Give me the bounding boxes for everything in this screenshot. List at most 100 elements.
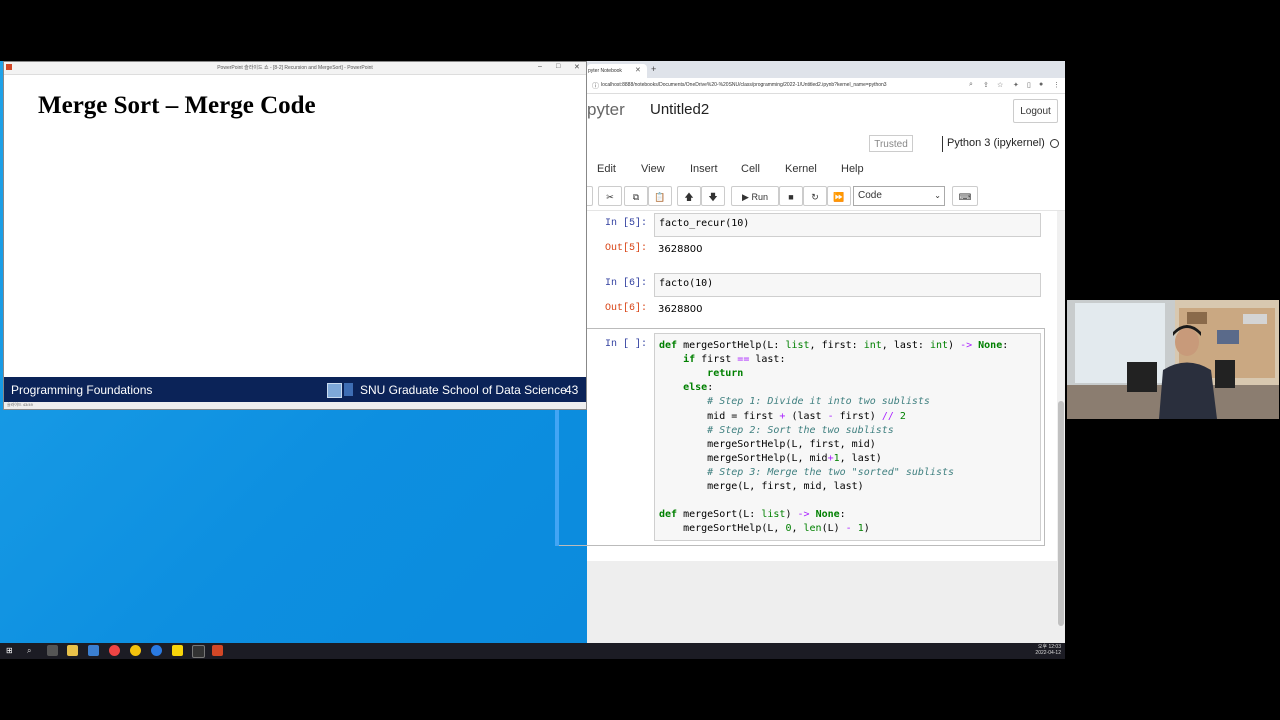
maximize-icon[interactable]: □: [556, 63, 560, 70]
logout-button[interactable]: Logout: [1013, 99, 1058, 123]
sidebar-icon[interactable]: ▯: [1027, 81, 1031, 89]
code-line: mergeSortHelp(L, mid+1, last): [659, 452, 882, 464]
share-icon[interactable]: ⇪: [983, 81, 989, 89]
kernel-divider: [942, 136, 943, 152]
menu-icon[interactable]: ⋮: [1053, 81, 1060, 89]
terminal-icon[interactable]: [192, 645, 205, 658]
powerpoint-icon[interactable]: [212, 645, 223, 656]
code-line: mid = first + (last - first) // 2: [659, 410, 906, 422]
app-icon[interactable]: [88, 645, 99, 656]
restart-icon[interactable]: ↻: [803, 186, 827, 206]
search-icon[interactable]: ⌕: [27, 645, 38, 656]
menu-edit[interactable]: Edit: [597, 163, 616, 175]
minimize-icon[interactable]: –: [538, 63, 542, 70]
footer-course-name: Programming Foundations: [11, 383, 153, 397]
trusted-indicator[interactable]: Trusted: [869, 135, 913, 152]
notebook-name[interactable]: Untitled2: [650, 101, 709, 118]
chrome-icon[interactable]: [130, 645, 141, 656]
input-prompt: In [ ]:: [604, 339, 647, 350]
input-prompt: In [5]:: [604, 218, 647, 229]
powerpoint-status-bar: 슬라이드 43/49: [4, 402, 586, 409]
task-view-icon[interactable]: [47, 645, 58, 656]
browser-window: pyter Notebook ✕ + ⓘ localhost:8888/note…: [555, 61, 1065, 643]
app-icon-blue[interactable]: [151, 645, 162, 656]
slide-title: Merge Sort – Merge Code: [38, 92, 316, 119]
play-icon: ▶: [742, 192, 749, 202]
run-button[interactable]: ▶ Run: [731, 186, 779, 206]
kernel-name[interactable]: Python 3 (ipykernel): [947, 137, 1045, 149]
file-explorer-icon[interactable]: [67, 645, 78, 656]
code-line: else:: [683, 382, 714, 394]
paste-icon[interactable]: 📋: [648, 186, 672, 206]
slide-page-number: 43: [565, 383, 579, 397]
move-up-icon[interactable]: 🡅: [677, 186, 701, 206]
slide-footer: Programming Foundations SNU Graduate Sch…: [4, 377, 586, 402]
notebook-toolbar: ✂ ⧉ 📋 🡅 🡇 ▶ Run ■ ↻ ⏩ Code ⌄ ⌨: [585, 182, 1065, 211]
kernel-status-icon: [1050, 139, 1059, 148]
cell-type-select[interactable]: Code ⌄: [853, 186, 945, 206]
chevron-down-icon: ⌄: [934, 191, 941, 200]
copy-icon[interactable]: ⧉: [624, 186, 648, 206]
code-line: # Step 3: Merge the two "sorted" sublist…: [707, 466, 955, 478]
new-tab-icon[interactable]: +: [651, 64, 656, 74]
run-label: Run: [751, 192, 768, 202]
address-bar[interactable]: ⓘ localhost:8888/notebooks/Documents/One…: [587, 78, 1065, 94]
menu-cell[interactable]: Cell: [741, 163, 760, 175]
cell-type-value: Code: [858, 190, 882, 201]
webcam-video: [1067, 300, 1279, 419]
powerpoint-window: PowerPoint 슬라이드 쇼 - [8-2] Recursion and …: [3, 61, 587, 410]
code-line: # Step 2: Sort the two sublists: [707, 424, 894, 436]
lock-icon: ⓘ: [592, 83, 599, 90]
window-title: PowerPoint 슬라이드 쇼 - [8-2] Recursion and …: [217, 65, 373, 71]
menu-kernel[interactable]: Kernel: [785, 163, 817, 175]
browser-tab[interactable]: pyter Notebook ✕: [587, 64, 647, 78]
zoom-icon[interactable]: ⌕: [969, 81, 973, 89]
menu-view[interactable]: View: [641, 163, 665, 175]
move-down-icon[interactable]: 🡇: [701, 186, 725, 206]
kakaotalk-icon[interactable]: [172, 645, 183, 656]
gsds-logo-icon: [344, 383, 353, 396]
scrollbar-thumb[interactable]: [1058, 401, 1064, 626]
input-prompt: In [6]:: [604, 278, 647, 289]
close-icon[interactable]: ✕: [574, 63, 580, 71]
code-line: if first == last:: [683, 354, 786, 366]
cell-output: 3628800: [658, 244, 703, 255]
output-prompt: Out[6]:: [604, 303, 647, 314]
clock-date: 2022-04-12: [1035, 650, 1061, 656]
output-prompt: Out[5]:: [604, 243, 647, 254]
webcam-scene: [1067, 300, 1279, 419]
tab-bar: pyter Notebook ✕ +: [587, 61, 1065, 78]
code-cell-input[interactable]: facto_recur(10): [654, 213, 1041, 237]
code-cell-editor[interactable]: def mergeSortHelp(L: list, first: int, l…: [654, 333, 1041, 541]
snu-logo-icon: [327, 383, 342, 398]
stop-icon[interactable]: ■: [779, 186, 803, 206]
windows-start-icon[interactable]: ⊞: [6, 645, 17, 656]
clock[interactable]: 오후 12:03 2022-04-12: [1035, 644, 1061, 656]
cell-output: 3628800: [658, 304, 703, 315]
powerpoint-title-bar: PowerPoint 슬라이드 쇼 - [8-2] Recursion and …: [4, 62, 586, 75]
fast-forward-icon[interactable]: ⏩: [827, 186, 851, 206]
taskbar: ⊞ ⌕ 오후 12:03 2022-04-12: [0, 643, 1065, 659]
url-text[interactable]: localhost:8888/notebooks/Documents/OneDr…: [601, 82, 887, 88]
keyboard-icon[interactable]: ⌨: [952, 186, 978, 206]
cell-code: facto(10): [659, 278, 714, 289]
profile-icon[interactable]: ●: [1039, 81, 1043, 88]
code-cell-input[interactable]: facto(10): [654, 273, 1041, 297]
star-icon[interactable]: ☆: [997, 81, 1003, 89]
extensions-icon[interactable]: ✦: [1013, 81, 1019, 89]
code-line: def mergeSortHelp(L: list, first: int, l…: [659, 340, 1009, 351]
code-line: merge(L, first, mid, last): [659, 481, 864, 492]
browser-icon[interactable]: [109, 645, 120, 656]
footer-school-name: SNU Graduate School of Data Science: [360, 383, 567, 397]
jupyter-logo[interactable]: pyter: [587, 100, 625, 120]
status-text: 슬라이드 43/49: [7, 402, 33, 407]
cut-icon[interactable]: ✂: [598, 186, 622, 206]
close-tab-icon[interactable]: ✕: [635, 66, 641, 74]
code-line: mergeSortHelp(L, first, mid): [659, 438, 876, 450]
menu-help[interactable]: Help: [841, 163, 864, 175]
tab-label: pyter Notebook: [588, 68, 622, 74]
cell-code: facto_recur(10): [659, 218, 750, 229]
code-line: def mergeSort(L: list) -> None:: [659, 509, 846, 521]
code-line: # Step 1: Divide it into two sublists: [707, 396, 930, 408]
menu-insert[interactable]: Insert: [690, 163, 718, 175]
